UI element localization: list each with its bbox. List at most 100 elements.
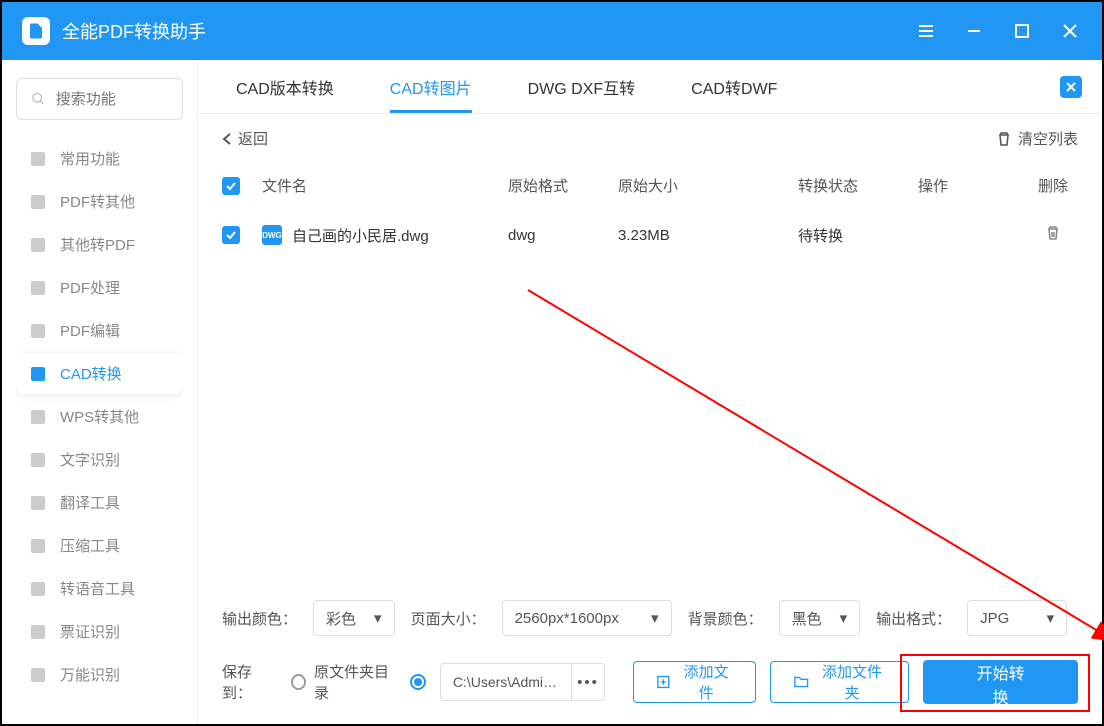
menu-icon[interactable]: [914, 19, 938, 43]
header-filename: 文件名: [262, 175, 508, 196]
wps-icon: [28, 407, 48, 427]
titlebar: 全能PDF转换助手: [2, 2, 1102, 60]
chevron-left-icon: [222, 132, 232, 146]
plus-file-icon: [656, 674, 671, 690]
sidebar-item-pdf-to-other[interactable]: PDF转其他: [16, 181, 183, 222]
browse-button[interactable]: •••: [571, 664, 605, 700]
trash-icon: [996, 131, 1012, 147]
ticket-icon: [28, 622, 48, 642]
sidebar-item-label: 转语音工具: [60, 578, 135, 599]
sidebar-item-ticket[interactable]: 票证识别: [16, 611, 183, 652]
translate-icon: [28, 493, 48, 513]
content-area: CAD版本转换 CAD转图片 DWG DXF互转 CAD转DWF 返回 清空列表…: [197, 60, 1102, 724]
select-all-checkbox[interactable]: [222, 177, 240, 195]
pdf-out-icon: [28, 192, 48, 212]
table-header: 文件名 原始格式 原始大小 转换状态 操作 删除: [198, 163, 1102, 208]
radio-orig-dir[interactable]: 原文件夹目录: [291, 661, 396, 703]
back-button[interactable]: 返回: [222, 128, 268, 149]
save-path: C:\Users\Adminis...: [441, 674, 571, 690]
radio-icon: [410, 674, 426, 690]
app-title: 全能PDF转换助手: [62, 18, 914, 44]
ocr-icon: [28, 450, 48, 470]
pdf-in-icon: [28, 235, 48, 255]
chevron-down-icon: ▾: [651, 609, 659, 627]
sidebar-item-label: PDF转其他: [60, 191, 135, 212]
delete-row-button[interactable]: [1044, 224, 1062, 246]
common-icon: [28, 149, 48, 169]
sidebar-item-pdf-edit[interactable]: PDF编辑: [16, 310, 183, 351]
search-field[interactable]: [56, 91, 168, 108]
sidebar-item-common[interactable]: 常用功能: [16, 138, 183, 179]
tab-cad-to-image[interactable]: CAD转图片: [372, 60, 490, 113]
sidebar-item-label: WPS转其他: [60, 406, 139, 427]
toolbar: 返回 清空列表: [198, 114, 1102, 163]
app-logo: [22, 17, 50, 45]
sidebar-item-label: CAD转换: [60, 363, 122, 384]
chevron-down-icon: ▾: [1047, 609, 1055, 627]
pdf-process-icon: [28, 278, 48, 298]
sidebar-item-tts[interactable]: 转语音工具: [16, 568, 183, 609]
header-status: 转换状态: [798, 175, 918, 196]
sidebar-item-label: PDF处理: [60, 277, 120, 298]
sidebar-item-label: 常用功能: [60, 148, 120, 169]
sidebar-item-other-to-pdf[interactable]: 其他转PDF: [16, 224, 183, 265]
tabs: CAD版本转换 CAD转图片 DWG DXF互转 CAD转DWF: [198, 60, 1102, 114]
universal-icon: [28, 665, 48, 685]
search-icon: [31, 90, 46, 108]
chevron-down-icon: ▾: [374, 609, 382, 627]
save-to-label: 保存到：: [222, 661, 277, 703]
sidebar: 常用功能 PDF转其他 其他转PDF PDF处理 PDF编辑 CAD转换 WPS…: [2, 60, 197, 724]
radio-icon: [291, 674, 306, 690]
color-label: 输出颜色：: [222, 608, 297, 629]
sidebar-item-cad[interactable]: CAD转换: [16, 353, 183, 394]
sidebar-item-ocr[interactable]: 文字识别: [16, 439, 183, 480]
close-tab-button[interactable]: [1060, 76, 1082, 98]
clear-list-button[interactable]: 清空列表: [996, 128, 1078, 149]
file-status: 待转换: [798, 225, 918, 246]
tts-icon: [28, 579, 48, 599]
header-action: 操作: [918, 175, 1028, 196]
bgcolor-select[interactable]: 黑色▾: [779, 600, 861, 636]
dwg-file-icon: DWG: [262, 225, 282, 245]
sidebar-item-translate[interactable]: 翻译工具: [16, 482, 183, 523]
sidebar-item-label: 压缩工具: [60, 535, 120, 556]
compress-icon: [28, 536, 48, 556]
pagesize-select[interactable]: 2560px*1600px▾: [502, 600, 672, 636]
add-folder-button[interactable]: 添加文件夹: [770, 661, 909, 703]
tab-cad-version[interactable]: CAD版本转换: [218, 60, 352, 113]
format-label: 输出格式：: [876, 608, 951, 629]
folder-icon: [793, 674, 809, 690]
sidebar-item-label: 翻译工具: [60, 492, 120, 513]
file-size: 3.23MB: [618, 227, 798, 244]
header-size: 原始大小: [618, 175, 798, 196]
tab-dwg-dxf[interactable]: DWG DXF互转: [510, 60, 654, 113]
bgcolor-label: 背景颜色：: [688, 608, 763, 629]
pagesize-label: 页面大小：: [411, 608, 486, 629]
file-name: 自己画的小民居.dwg: [292, 225, 429, 246]
maximize-icon[interactable]: [1010, 19, 1034, 43]
color-select[interactable]: 彩色▾: [313, 600, 395, 636]
radio-custom-dir[interactable]: [410, 674, 426, 690]
start-convert-button[interactable]: 开始转换: [923, 660, 1078, 704]
header-delete: 删除: [1028, 175, 1078, 196]
tab-cad-to-dwf[interactable]: CAD转DWF: [673, 60, 795, 113]
cad-icon: [28, 364, 48, 384]
minimize-icon[interactable]: [962, 19, 986, 43]
file-format: dwg: [508, 227, 618, 244]
sidebar-item-wps[interactable]: WPS转其他: [16, 396, 183, 437]
sidebar-item-universal[interactable]: 万能识别: [16, 654, 183, 695]
search-input[interactable]: [16, 78, 183, 120]
bottom-panel: 输出颜色： 彩色▾ 页面大小： 2560px*1600px▾ 背景颜色： 黑色▾…: [198, 582, 1102, 724]
sidebar-item-label: 其他转PDF: [60, 234, 135, 255]
header-format: 原始格式: [508, 175, 618, 196]
sidebar-item-label: PDF编辑: [60, 320, 120, 341]
add-file-button[interactable]: 添加文件: [633, 661, 756, 703]
sidebar-item-compress[interactable]: 压缩工具: [16, 525, 183, 566]
table-row: DWG 自己画的小民居.dwg dwg 3.23MB 待转换: [198, 208, 1102, 262]
path-input-group: C:\Users\Adminis... •••: [440, 663, 605, 701]
sidebar-item-pdf-process[interactable]: PDF处理: [16, 267, 183, 308]
close-icon[interactable]: [1058, 19, 1082, 43]
chevron-down-icon: ▾: [840, 609, 848, 627]
row-checkbox[interactable]: [222, 226, 240, 244]
format-select[interactable]: JPG▾: [967, 600, 1067, 636]
